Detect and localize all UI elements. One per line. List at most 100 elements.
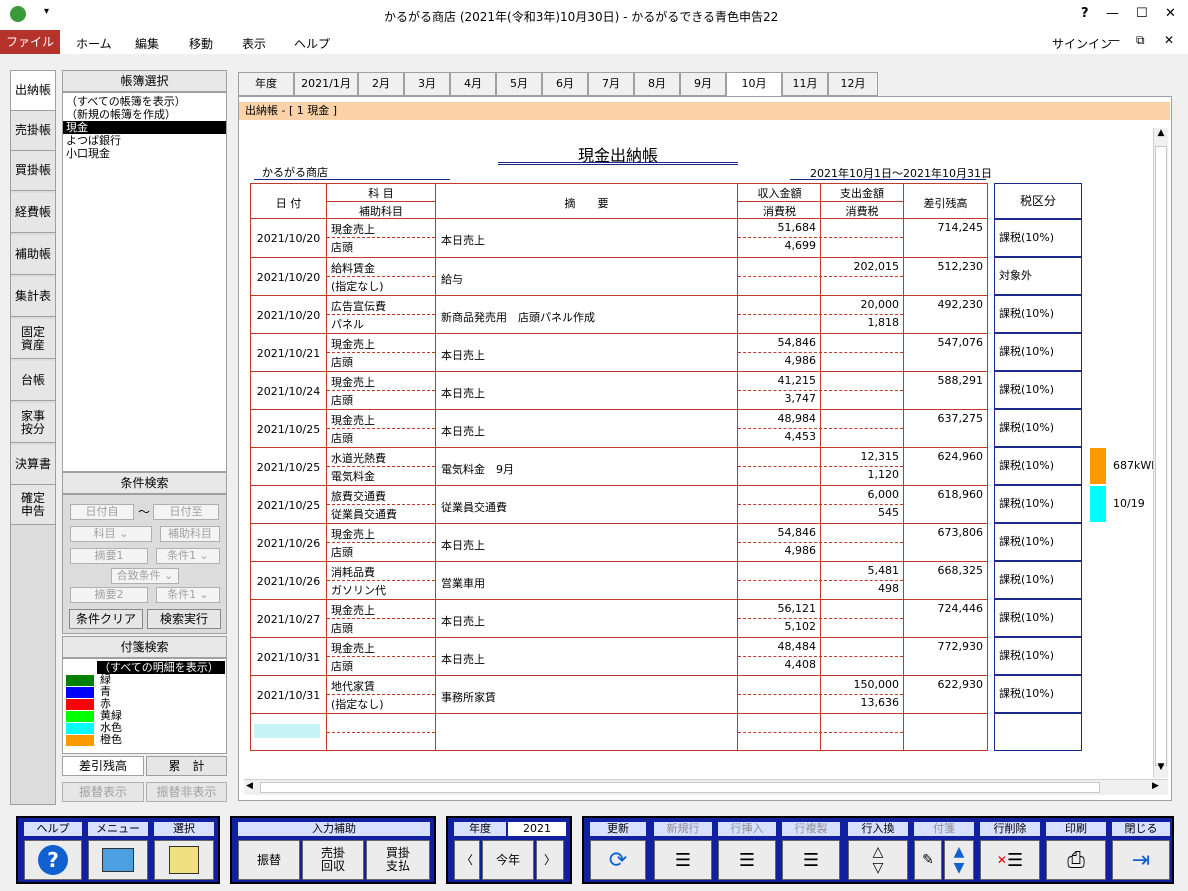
print-button[interactable]: ⎙ [1046,840,1106,880]
prev-year-button[interactable]: 〈 [454,840,480,880]
tab-month[interactable]: 3月 [404,72,450,96]
row-tax-class[interactable]: 課税(10%) [994,447,1082,485]
menu-view[interactable]: 表示 [242,35,266,52]
scroll-down-icon[interactable]: ▼ [1154,762,1168,778]
nav-expense[interactable]: 経費帳 [11,193,55,233]
tab-month[interactable]: 8月 [634,72,680,96]
row-tax-class[interactable]: 課税(10%) [994,637,1082,675]
transfer-button[interactable]: 振替 [238,840,300,880]
nav-sub-ledger[interactable]: 補助帳 [11,235,55,275]
scroll-thumb[interactable] [1155,146,1167,766]
ledger-row[interactable]: 2021/10/25 水道光熱費 電気料金 電気料金 9月 12,315 1,120 624… [251,447,987,485]
tab-month[interactable]: 7月 [588,72,634,96]
copy-row-button[interactable]: ☰ [782,840,840,880]
tab-month[interactable]: 9月 [680,72,726,96]
date-from-input[interactable]: 日付自 [70,504,134,520]
row-tax-class[interactable]: 課税(10%) [994,675,1082,713]
swap-row-button[interactable]: △ ▽ [848,840,908,880]
nav-cashbook[interactable]: 出納帳 [11,71,55,111]
help-icon[interactable]: ? [1081,6,1089,21]
menu-home[interactable]: ホーム [76,35,112,52]
row-tax-class[interactable]: 課税(10%) [994,219,1082,257]
cond1-select[interactable]: 条件1 ⌄ [156,548,220,564]
nav-ledger[interactable]: 台帳 [11,361,55,401]
book-item[interactable]: 小口現金 [63,147,226,160]
row-tax-class[interactable]: 課税(10%) [994,333,1082,371]
sticky-note-cyan[interactable] [1090,486,1106,522]
ledger-row[interactable]: 2021/10/31 現金売上 店頭 本日売上 48,484 4,408 772,930 [251,637,987,675]
book-item[interactable]: よつば銀行 [63,134,226,147]
ledger-row[interactable]: 2021/10/20 現金売上 店頭 本日売上 51,684 4,699 714,245 [251,219,987,257]
menu-help[interactable]: ヘルプ [294,35,330,52]
refresh-button[interactable]: ⟳ [590,840,646,880]
nav-fixed-assets[interactable]: 固定 資産 [11,319,55,359]
total-tab[interactable]: 累 計 [146,756,227,776]
scroll-right-icon[interactable]: ▶ [1152,781,1159,791]
tab-month[interactable]: 6月 [542,72,588,96]
this-year-button[interactable]: 今年 [482,840,534,880]
new-entry-date-input[interactable] [254,724,320,738]
transfer-hide-button[interactable]: 振替非表示 [146,782,227,802]
quick-access-icon[interactable]: ▾ [44,6,49,17]
menu-button[interactable] [88,840,148,880]
run-search-button[interactable]: 検索実行 [147,609,221,629]
row-tax-class[interactable]: 課税(10%) [994,523,1082,561]
scroll-left-icon[interactable]: ◀ [246,781,253,791]
minimize-button[interactable]: — [1106,6,1119,21]
book-item[interactable]: （新規の帳簿を作成） [63,108,226,121]
menu-edit[interactable]: 編集 [135,35,159,52]
nav-payable[interactable]: 買掛帳 [11,151,55,191]
nav-receivable[interactable]: 売掛帳 [11,111,55,151]
row-tax-class[interactable]: 課税(10%) [994,409,1082,447]
receivable-button[interactable]: 売掛 回収 [302,840,364,880]
account-select[interactable]: 科目 ⌄ [70,526,152,542]
tax-class-empty[interactable] [994,713,1082,751]
book-item-selected[interactable]: 現金 [63,121,226,134]
ledger-row[interactable]: 2021/10/20 給料賃金 (指定なし) 給与 202,015 512,230 [251,257,987,295]
date-to-input[interactable]: 日付至 [153,504,219,520]
next-year-button[interactable]: 〉 [536,840,564,880]
payable-button[interactable]: 買掛 支払 [366,840,430,880]
tab-month[interactable]: 5月 [496,72,542,96]
help-button[interactable]: ? [24,840,82,880]
clear-conditions-button[interactable]: 条件クリア [69,609,143,629]
tag-all-item[interactable]: （すべての明細を表示） [97,661,225,674]
ledger-row[interactable]: 2021/10/26 消耗品費 ガソリン代 営業車用 5,481 498 668,325 [251,561,987,599]
nav-tax-return[interactable]: 確定 申告 [11,485,55,525]
vertical-scrollbar[interactable]: ▲ ▼ [1153,128,1168,778]
desc2-input[interactable]: 摘要2 [70,587,148,603]
tag-move-button[interactable]: ▲ ▼ [944,840,974,880]
close-button[interactable]: ✕ [1165,6,1176,21]
delete-row-button[interactable]: ✕ ☰ [980,840,1040,880]
row-tax-class[interactable]: 課税(10%) [994,371,1082,409]
ledger-row[interactable]: 2021/10/20 広告宣伝費 パネル 新商品発売用 店頭パネル作成 20,000 1,… [251,295,987,333]
row-tax-class[interactable]: 対象外 [994,257,1082,295]
cond2-select[interactable]: 条件1 ⌄ [156,587,220,603]
row-tax-class[interactable]: 課税(10%) [994,485,1082,523]
tab-month[interactable]: 12月 [828,72,878,96]
ledger-row[interactable]: 2021/10/31 地代家賃 (指定なし) 事務所家賃 150,000 13,636 62… [251,675,987,713]
select-button[interactable] [154,840,214,880]
tag-label[interactable]: 橙色 [100,734,122,746]
match-select[interactable]: 合致条件 ⌄ [111,568,179,584]
new-row-button[interactable]: ☰ [654,840,712,880]
menu-move[interactable]: 移動 [189,35,213,52]
desc1-input[interactable]: 摘要1 [70,548,148,564]
maximize-button[interactable]: ☐ [1136,6,1148,21]
hscroll-thumb[interactable] [260,782,1100,793]
close-doc-icon[interactable]: ✕ [1164,33,1174,47]
sub-account-select[interactable]: 補助科目 [160,526,220,542]
sticky-note-orange[interactable] [1090,448,1106,484]
nav-household[interactable]: 家事 按分 [11,403,55,443]
tab-month[interactable]: 2021/1月 [294,72,358,96]
restore-icon[interactable]: ⧉ [1136,33,1145,48]
row-tax-class[interactable]: 課税(10%) [994,561,1082,599]
tab-month[interactable]: 4月 [450,72,496,96]
tab-month-active[interactable]: 10月 [726,72,782,97]
nav-summary[interactable]: 集計表 [11,277,55,317]
ribbon-collapse-icon[interactable]: — [1108,33,1120,47]
scroll-up-icon[interactable]: ▲ [1154,128,1168,144]
insert-row-button[interactable]: ☰ [718,840,776,880]
ledger-row[interactable]: 2021/10/24 現金売上 店頭 本日売上 41,215 3,747 588,291 [251,371,987,409]
menu-file[interactable]: ファイル [0,30,60,54]
